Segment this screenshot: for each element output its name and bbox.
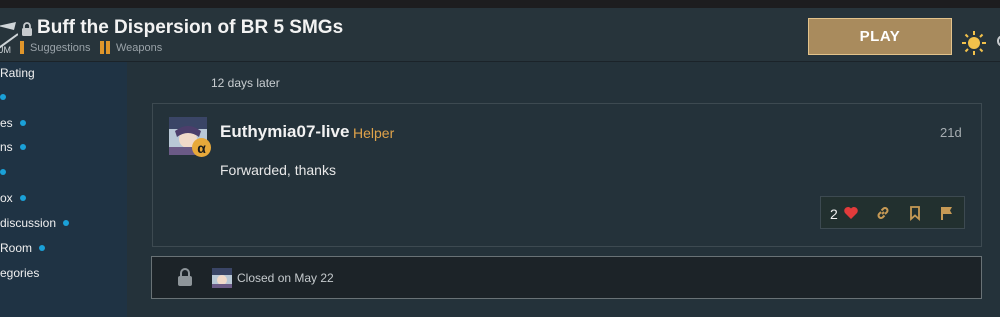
post-username[interactable]: Euthymia07-live [220,122,349,142]
lock-icon [178,268,192,286]
post-body: Forwarded, thanks [220,162,336,178]
sidebar-item-discussion[interactable]: discussion [0,215,70,231]
unread-dot [63,220,70,226]
sidebar-item[interactable]: es [0,115,26,131]
sidebar-item-label: Room [0,241,33,255]
site-logo[interactable]: UM [0,20,18,54]
lock-icon [22,22,32,36]
play-button[interactable]: PLAY [808,18,952,55]
sidebar-item[interactable]: ox [0,190,26,206]
link-icon[interactable] [875,205,891,221]
unread-dot [0,94,6,100]
sidebar-item-label: ox [0,191,13,205]
flag-icon[interactable] [939,205,955,221]
post-user-title: Helper [353,125,395,141]
sidebar-item-label: Rating [0,66,35,80]
sidebar-item-label: discussion [0,216,57,230]
closed-date-text: Closed on May 22 [237,271,334,285]
breadcrumb-label: Weapons [116,41,163,54]
heart-icon[interactable] [843,205,859,221]
sidebar-item-room[interactable]: Room [0,240,46,256]
unread-dot [0,169,6,175]
browser-top-strip [0,0,1000,8]
post-date[interactable]: 21d [940,125,962,140]
sidebar: Rating es ns ox discussion Room egories [0,62,127,317]
sidebar-item-label: ns [0,140,13,154]
breadcrumb-weapons[interactable]: Weapons [100,41,162,54]
category-color-swatch [100,41,104,54]
partial-icon[interactable] [995,34,1000,48]
category-color-swatch [106,41,110,54]
user-flair-badge: α [192,138,211,157]
topic-header: UM Buff the Dispersion of BR 5 SMGs Sugg… [0,8,1000,62]
time-gap-label: 12 days later [211,76,280,90]
breadcrumb-label: Suggestions [30,41,91,54]
sidebar-item-rating[interactable]: Rating [0,65,35,81]
sidebar-item[interactable]: ns [0,139,26,155]
like-count[interactable]: 2 [830,206,838,222]
sidebar-item[interactable] [0,164,6,180]
sidebar-item-label: egories [0,266,40,280]
category-color-swatch [20,41,24,54]
unread-dot [39,245,46,251]
sun-icon[interactable] [961,30,987,56]
breadcrumb-suggestions[interactable]: Suggestions [20,41,91,54]
topic-title[interactable]: Buff the Dispersion of BR 5 SMGs [37,17,343,39]
unread-dot [19,120,26,126]
closer-avatar[interactable] [212,268,232,288]
sidebar-item[interactable] [0,89,6,105]
sidebar-item-label: es [0,116,13,130]
unread-dot [19,144,26,150]
post-actions: 2 [820,196,965,229]
sidebar-item-categories[interactable]: egories [0,265,39,281]
bookmark-icon[interactable] [907,205,923,221]
unread-dot [19,195,26,201]
logo-text: UM [0,45,11,54]
